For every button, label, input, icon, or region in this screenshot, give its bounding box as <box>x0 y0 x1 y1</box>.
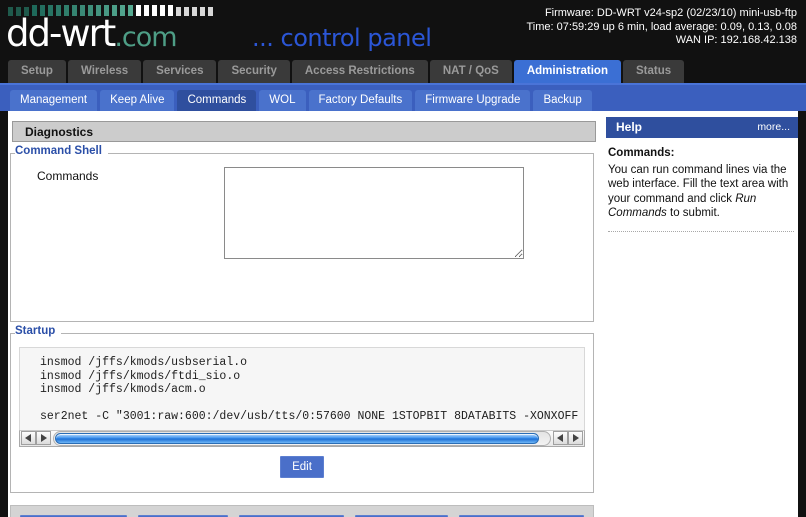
sub-tab-commands[interactable]: Commands <box>177 90 257 111</box>
pixel-segment <box>184 7 189 16</box>
help-text-part1: You can run command lines via the web in… <box>608 163 789 205</box>
main-column: Diagnostics Command Shell Commands Start… <box>8 111 600 517</box>
main-tab-security[interactable]: Security <box>218 60 290 83</box>
wan-ip-line: WAN IP: 192.168.42.138 <box>675 34 797 46</box>
uptime-line: Time: 07:59:29 up 6 min, load average: 0… <box>526 20 798 33</box>
startup-horizontal-scrollbar[interactable] <box>19 429 585 447</box>
triangle-right-icon <box>573 434 579 442</box>
pixel-segment <box>200 7 205 16</box>
commands-field-label: Commands <box>37 169 99 183</box>
help-divider <box>608 230 794 232</box>
triangle-left-icon <box>557 434 563 442</box>
content-area: Diagnostics Command Shell Commands Start… <box>0 111 806 517</box>
action-button-bar: Run CommandsSave StartupSave ShutdownSav… <box>10 504 594 517</box>
scrollbar-thumb[interactable] <box>55 432 540 444</box>
main-tab-setup[interactable]: Setup <box>8 60 66 83</box>
startup-script-code: insmod /jffs/kmods/usbserial.o insmod /j… <box>40 356 579 423</box>
sub-tab-keep-alive[interactable]: Keep Alive <box>100 90 175 111</box>
main-tab-status[interactable]: Status <box>622 60 685 83</box>
scroll-left-button-right-group[interactable] <box>553 431 568 445</box>
help-text-part2: to submit. <box>666 207 720 219</box>
command-shell-spacer <box>19 259 585 311</box>
brand-domain-suffix: .com <box>114 22 177 53</box>
scrollbar-track[interactable] <box>53 430 551 446</box>
ddwrt-control-panel: dd-wrt.com ... control panel Firmware: D… <box>0 0 806 517</box>
sub-tab-bar: Management Keep Alive Commands WOL Factory D… <box>0 83 806 111</box>
startup-section: Startup insmod /jffs/kmods/usbserial.o i… <box>10 325 594 493</box>
edit-button[interactable]: Edit <box>280 455 324 478</box>
sub-tab-factory-defaults[interactable]: Factory Defaults <box>308 90 413 111</box>
help-title: Help <box>616 120 643 134</box>
sub-tab-firmware-upgrade[interactable]: Firmware Upgrade <box>415 90 531 111</box>
page-subtitle: ... control panel <box>252 24 432 52</box>
main-tab-access-restrictions[interactable]: Access Restrictions <box>291 60 428 83</box>
scroll-right-button-left-group[interactable] <box>36 431 51 445</box>
brand-name: dd-wrt <box>6 12 116 55</box>
commands-textarea[interactable] <box>224 167 524 259</box>
page-header: dd-wrt.com ... control panel Firmware: D… <box>0 0 806 58</box>
main-tab-bar: Setup Wireless Services Security Access Rest… <box>0 58 806 83</box>
help-more-link[interactable]: more... <box>757 117 790 138</box>
help-heading: Commands: <box>608 147 675 159</box>
command-shell-legend: Command Shell <box>15 145 108 157</box>
commands-field-row: Commands <box>19 167 585 259</box>
sub-tab-backup[interactable]: Backup <box>533 90 592 111</box>
pixel-segment <box>176 7 181 16</box>
help-body: Commands: You can run command lines via … <box>606 138 798 221</box>
page-title: Diagnostics <box>12 121 596 142</box>
sub-tab-management[interactable]: Management <box>10 90 98 111</box>
sub-tab-wol[interactable]: WOL <box>259 90 306 111</box>
brand-logo: dd-wrt.com <box>6 12 178 55</box>
system-info: Firmware: DD-WRT v24-sp2 (02/23/10) mini… <box>527 7 798 48</box>
startup-legend: Startup <box>15 325 62 337</box>
main-tab-administration[interactable]: Administration <box>513 60 621 83</box>
main-tab-nat-qos[interactable]: NAT / QoS <box>429 60 512 83</box>
edit-button-row: Edit <box>19 447 585 482</box>
main-tab-wireless[interactable]: Wireless <box>67 60 142 83</box>
scroll-left-button[interactable] <box>21 431 36 445</box>
help-column: Help more... Commands: You can run comma… <box>600 111 798 517</box>
startup-script-view: insmod /jffs/kmods/usbserial.o insmod /j… <box>19 347 585 430</box>
triangle-left-icon <box>25 434 31 442</box>
triangle-right-icon <box>41 434 47 442</box>
main-tab-services[interactable]: Services <box>143 60 217 83</box>
pixel-segment <box>208 7 213 16</box>
help-header: Help more... <box>606 117 798 138</box>
command-shell-section: Command Shell Commands <box>10 145 594 322</box>
pixel-segment <box>192 7 197 16</box>
scroll-right-button[interactable] <box>568 431 583 445</box>
firmware-line: Firmware: DD-WRT v24-sp2 (02/23/10) mini… <box>544 7 797 19</box>
